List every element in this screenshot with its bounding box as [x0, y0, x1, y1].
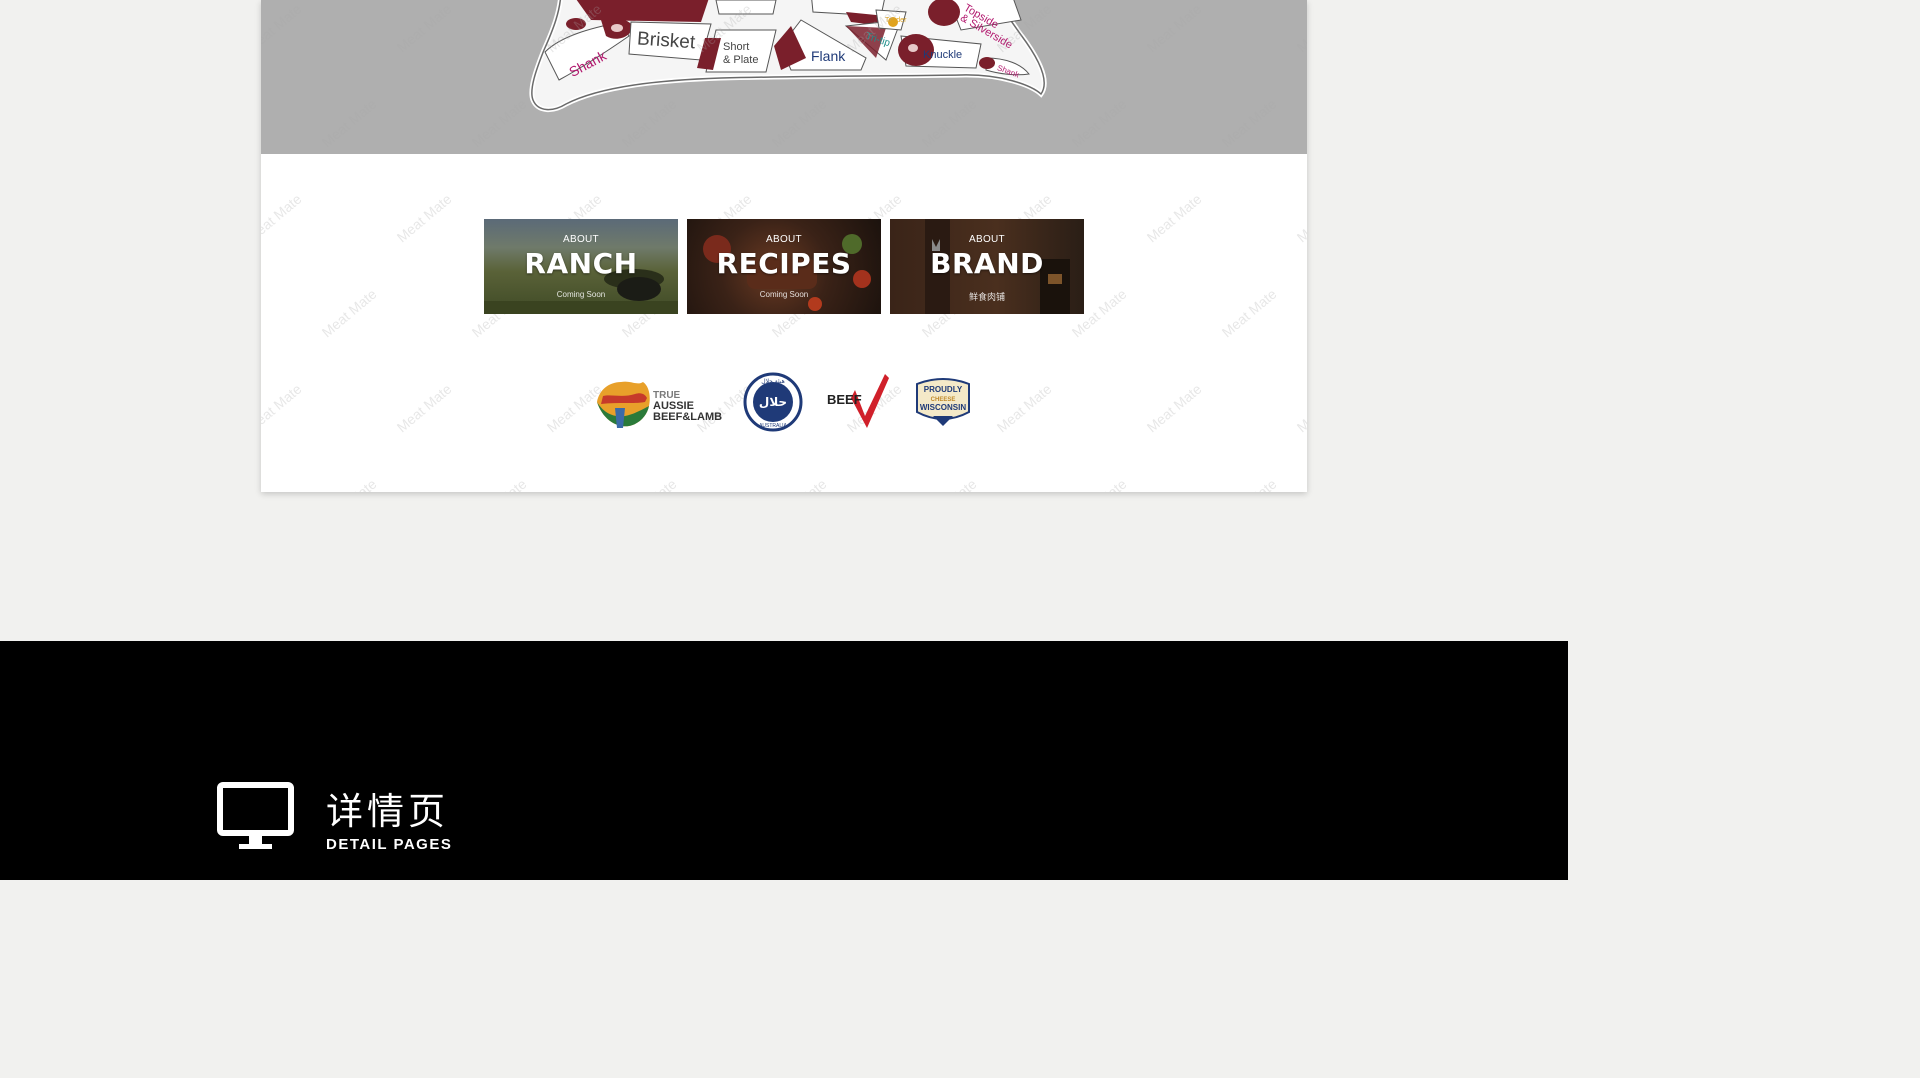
watermark-text: Meat Mate — [319, 476, 380, 492]
watermark-text: Meat Mate — [1143, 380, 1205, 436]
label-short-plate-2: & Plate — [723, 54, 758, 66]
aussie-beef-lamb-logo: TRUE AUSSIE BEEF&LAMB — [595, 372, 725, 432]
watermark-text: Meat Mate — [619, 476, 680, 492]
watermark-text: Meat Mate — [1293, 381, 1307, 436]
ranch-about-label: ABOUT — [563, 234, 599, 245]
about-cards-row: ABOUT RANCH Coming Soon ABOUT RECIPES Co… — [484, 219, 1084, 314]
desktop-monitor-icon — [217, 782, 294, 849]
watermark-text: Meat Mate — [469, 476, 530, 492]
watermark-text: Meat Mate — [1219, 476, 1280, 492]
label-flank: Flank — [811, 48, 846, 64]
label-brisket: Brisket — [636, 28, 696, 53]
brand-subtitle: 鲜食肉铺 — [968, 292, 1005, 302]
beef-check-logo: BEEF — [825, 372, 889, 432]
watermark-text: Meat Mate — [318, 285, 380, 341]
watermark-text: Meat Mate — [1143, 190, 1205, 246]
watermark-text: Meat Mate — [919, 476, 980, 492]
about-recipes-card[interactable]: ABOUT RECIPES Coming Soon — [687, 219, 881, 314]
ranch-subtitle: Coming Soon — [556, 290, 606, 299]
proudly-wisconsin-cheese-logo: PROUDLY CHEESE WISCONSIN — [911, 372, 975, 432]
beef-text: BEEF — [827, 392, 862, 407]
watermark-text: Meat Mate — [1218, 285, 1280, 341]
ranch-title: RANCH — [524, 247, 638, 280]
label-knuckle: Knuckle — [923, 49, 962, 61]
brand-about-label: ABOUT — [969, 234, 1005, 245]
recipes-title: RECIPES — [716, 247, 852, 280]
watermark-text: Meat Mate — [993, 380, 1055, 436]
label-tender: Tender — [885, 17, 907, 24]
aussie-line3: BEEF&LAMB — [653, 411, 722, 423]
section-title-en: DETAIL PAGES — [326, 836, 453, 853]
page-card: Shank Brisket Short & Plate Flank Tri-ti… — [261, 0, 1307, 492]
watermark-text: Meat Mate — [769, 476, 830, 492]
watermark-text: Meat Mate — [1293, 191, 1307, 246]
section-title-cn: 详情页 — [326, 790, 449, 833]
recipes-about-label: ABOUT — [766, 234, 802, 245]
label-short-plate-1: Short — [723, 41, 749, 53]
brand-title: BRAND — [930, 247, 1044, 280]
wisconsin-line1: PROUDLY — [924, 385, 963, 394]
halal-center: ﺣﻼﻝ — [759, 395, 787, 409]
recipes-subtitle: Coming Soon — [759, 290, 809, 299]
beef-cuts-banner: Shank Brisket Short & Plate Flank Tri-ti… — [261, 0, 1307, 154]
about-brand-card[interactable]: ABOUT BRAND 鲜食肉铺 — [890, 219, 1084, 314]
watermark-text: Meat Mate — [261, 380, 305, 436]
watermark-text: Meat Mate — [261, 190, 305, 246]
watermark-text: Meat Mate — [393, 190, 455, 246]
halal-australia-logo: ﻫﻴﺌﺔ ﺣﻼﻝ ﺣﻼﻝ AUSTRALIA — [737, 372, 809, 432]
halal-bottom: AUSTRALIA — [759, 423, 787, 429]
halal-top: ﻫﻴﺌﺔ ﺣﻼﻝ — [761, 378, 785, 385]
beef-cuts-diagram: Shank Brisket Short & Plate Flank Tri-ti… — [529, 0, 1047, 112]
watermark-text: Meat Mate — [1069, 476, 1130, 492]
wisconsin-line3: WISCONSIN — [920, 403, 966, 412]
about-ranch-card[interactable]: ABOUT RANCH Coming Soon — [484, 219, 678, 314]
watermark-text: Meat Mate — [393, 380, 455, 436]
